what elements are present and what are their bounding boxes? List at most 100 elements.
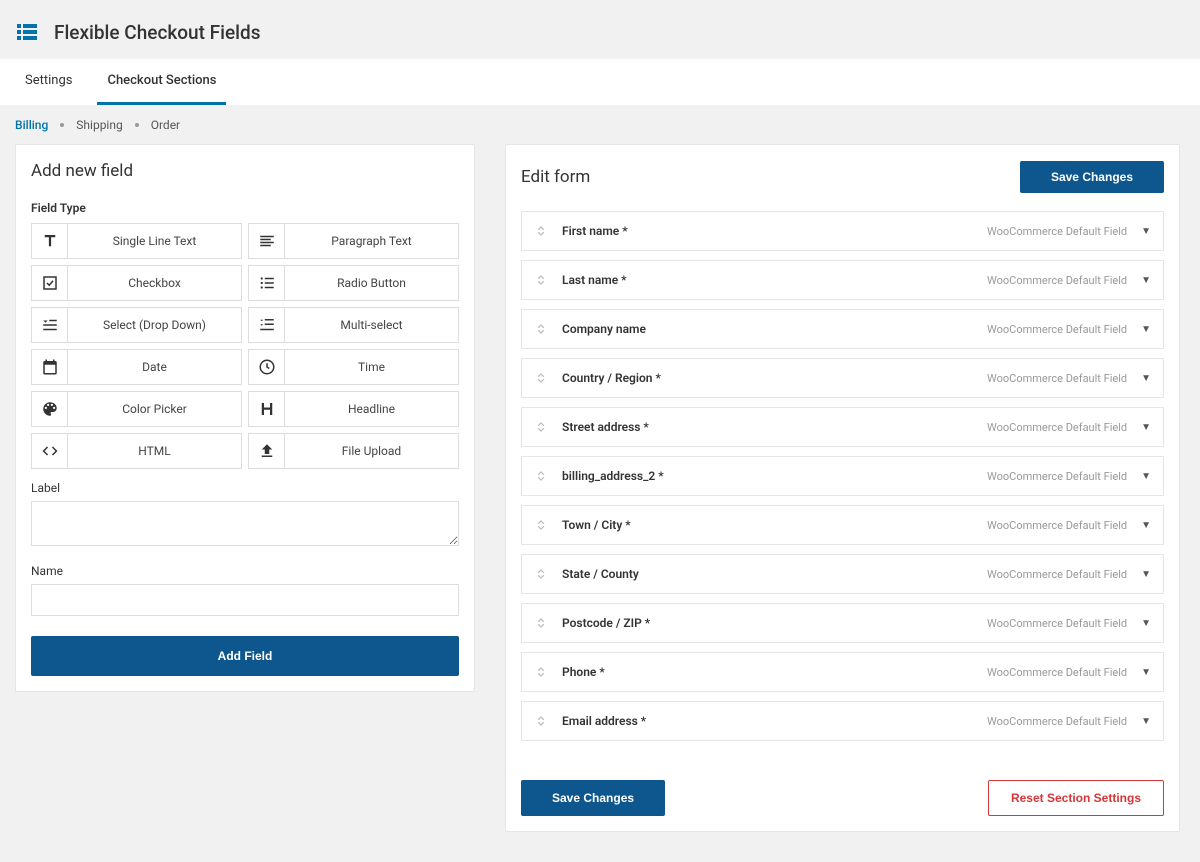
subnav-billing[interactable]: Billing	[15, 118, 48, 132]
drag-handle-icon[interactable]	[534, 665, 548, 679]
select-icon	[32, 308, 68, 342]
field-type-label: File Upload	[285, 444, 458, 458]
drag-handle-icon[interactable]	[534, 224, 548, 238]
drag-handle-icon[interactable]	[534, 322, 548, 336]
drag-handle-icon[interactable]	[534, 518, 548, 532]
field-row[interactable]: Country / Region * WooCommerce Default F…	[521, 358, 1164, 398]
field-row-tag: WooCommerce Default Field	[987, 715, 1127, 728]
field-type-label: Checkbox	[68, 276, 241, 290]
field-type-list[interactable]: Radio Button	[248, 265, 459, 301]
chevron-down-icon[interactable]: ▼	[1141, 667, 1151, 678]
field-row-tag: WooCommerce Default Field	[987, 519, 1127, 532]
drag-handle-icon[interactable]	[534, 714, 548, 728]
field-type-label: Multi-select	[285, 318, 458, 332]
field-type-text[interactable]: Single Line Text	[31, 223, 242, 259]
field-row[interactable]: State / County WooCommerce Default Field…	[521, 554, 1164, 594]
chevron-down-icon[interactable]: ▼	[1141, 471, 1151, 482]
chevron-down-icon[interactable]: ▼	[1141, 324, 1151, 335]
field-row-label: Town / City *	[562, 518, 987, 532]
calendar-icon	[32, 350, 68, 384]
add-field-title: Add new field	[31, 161, 133, 181]
drag-handle-icon[interactable]	[534, 567, 548, 581]
chevron-down-icon[interactable]: ▼	[1141, 422, 1151, 433]
field-type-headline[interactable]: Headline	[248, 391, 459, 427]
field-type-calendar[interactable]: Date	[31, 349, 242, 385]
page-header: Flexible Checkout Fields	[0, 0, 1200, 59]
reset-button[interactable]: Reset Section Settings	[988, 780, 1164, 816]
field-row[interactable]: Town / City * WooCommerce Default Field …	[521, 505, 1164, 545]
edit-form-panel: Edit form Save Changes First name * WooC…	[505, 144, 1180, 832]
field-row-tag: WooCommerce Default Field	[987, 666, 1127, 679]
field-row-tag: WooCommerce Default Field	[987, 421, 1127, 434]
logo-icon	[15, 20, 39, 44]
subnav-shipping[interactable]: Shipping	[76, 118, 122, 132]
label-label: Label	[31, 481, 459, 495]
field-row-label: Country / Region *	[562, 371, 987, 385]
save-button-top[interactable]: Save Changes	[1020, 161, 1164, 193]
field-type-checkbox[interactable]: Checkbox	[31, 265, 242, 301]
drag-handle-icon[interactable]	[534, 420, 548, 434]
field-type-label: Single Line Text	[68, 234, 241, 248]
field-row-label: Email address *	[562, 714, 987, 728]
field-type-palette[interactable]: Color Picker	[31, 391, 242, 427]
field-row-tag: WooCommerce Default Field	[987, 225, 1127, 238]
field-type-label: Color Picker	[68, 402, 241, 416]
field-row[interactable]: Phone * WooCommerce Default Field ▼	[521, 652, 1164, 692]
field-type-select[interactable]: Select (Drop Down)	[31, 307, 242, 343]
sub-nav: Billing Shipping Order	[0, 106, 1200, 144]
field-row[interactable]: billing_address_2 * WooCommerce Default …	[521, 456, 1164, 496]
add-field-panel: Add new field Field Type Single Line Tex…	[15, 144, 475, 692]
name-input[interactable]	[31, 584, 459, 616]
clock-icon	[249, 350, 285, 384]
field-type-label: HTML	[68, 444, 241, 458]
chevron-down-icon[interactable]: ▼	[1141, 618, 1151, 629]
field-row[interactable]: Company name WooCommerce Default Field ▼	[521, 309, 1164, 349]
field-row-tag: WooCommerce Default Field	[987, 274, 1127, 287]
field-row-label: Street address *	[562, 420, 987, 434]
drag-handle-icon[interactable]	[534, 616, 548, 630]
chevron-down-icon[interactable]: ▼	[1141, 569, 1151, 580]
field-row[interactable]: First name * WooCommerce Default Field ▼	[521, 211, 1164, 251]
field-type-label: Field Type	[16, 191, 474, 223]
drag-handle-icon[interactable]	[534, 273, 548, 287]
field-row[interactable]: Email address * WooCommerce Default Fiel…	[521, 701, 1164, 741]
name-label: Name	[31, 564, 459, 578]
field-row-tag: WooCommerce Default Field	[987, 617, 1127, 630]
field-type-multiselect[interactable]: Multi-select	[248, 307, 459, 343]
field-type-label: Headline	[285, 402, 458, 416]
chevron-down-icon[interactable]: ▼	[1141, 520, 1151, 531]
field-row-tag: WooCommerce Default Field	[987, 323, 1127, 336]
drag-handle-icon[interactable]	[534, 371, 548, 385]
field-row-tag: WooCommerce Default Field	[987, 470, 1127, 483]
field-row-label: Postcode / ZIP *	[562, 616, 987, 630]
field-row[interactable]: Postcode / ZIP * WooCommerce Default Fie…	[521, 603, 1164, 643]
field-row[interactable]: Last name * WooCommerce Default Field ▼	[521, 260, 1164, 300]
page-title: Flexible Checkout Fields	[54, 21, 260, 44]
drag-handle-icon[interactable]	[534, 469, 548, 483]
field-type-label: Date	[68, 360, 241, 374]
chevron-down-icon[interactable]: ▼	[1141, 226, 1151, 237]
field-row-label: Phone *	[562, 665, 987, 679]
chevron-down-icon[interactable]: ▼	[1141, 716, 1151, 727]
tab-checkout-sections[interactable]: Checkout Sections	[97, 59, 226, 105]
label-input[interactable]	[31, 501, 459, 546]
separator-dot	[60, 123, 64, 127]
field-type-paragraph[interactable]: Paragraph Text	[248, 223, 459, 259]
nav-tabs: Settings Checkout Sections	[0, 59, 1200, 106]
subnav-order[interactable]: Order	[151, 118, 180, 132]
field-type-label: Radio Button	[285, 276, 458, 290]
field-type-upload[interactable]: File Upload	[248, 433, 459, 469]
add-field-button[interactable]: Add Field	[31, 636, 459, 676]
code-icon	[32, 434, 68, 468]
save-button-bottom[interactable]: Save Changes	[521, 780, 665, 816]
field-row[interactable]: Street address * WooCommerce Default Fie…	[521, 407, 1164, 447]
edit-form-title: Edit form	[521, 167, 590, 187]
chevron-down-icon[interactable]: ▼	[1141, 275, 1151, 286]
field-type-label: Paragraph Text	[285, 234, 458, 248]
tab-settings[interactable]: Settings	[15, 59, 82, 105]
field-type-code[interactable]: HTML	[31, 433, 242, 469]
upload-icon	[249, 434, 285, 468]
chevron-down-icon[interactable]: ▼	[1141, 373, 1151, 384]
field-row-tag: WooCommerce Default Field	[987, 568, 1127, 581]
field-type-clock[interactable]: Time	[248, 349, 459, 385]
